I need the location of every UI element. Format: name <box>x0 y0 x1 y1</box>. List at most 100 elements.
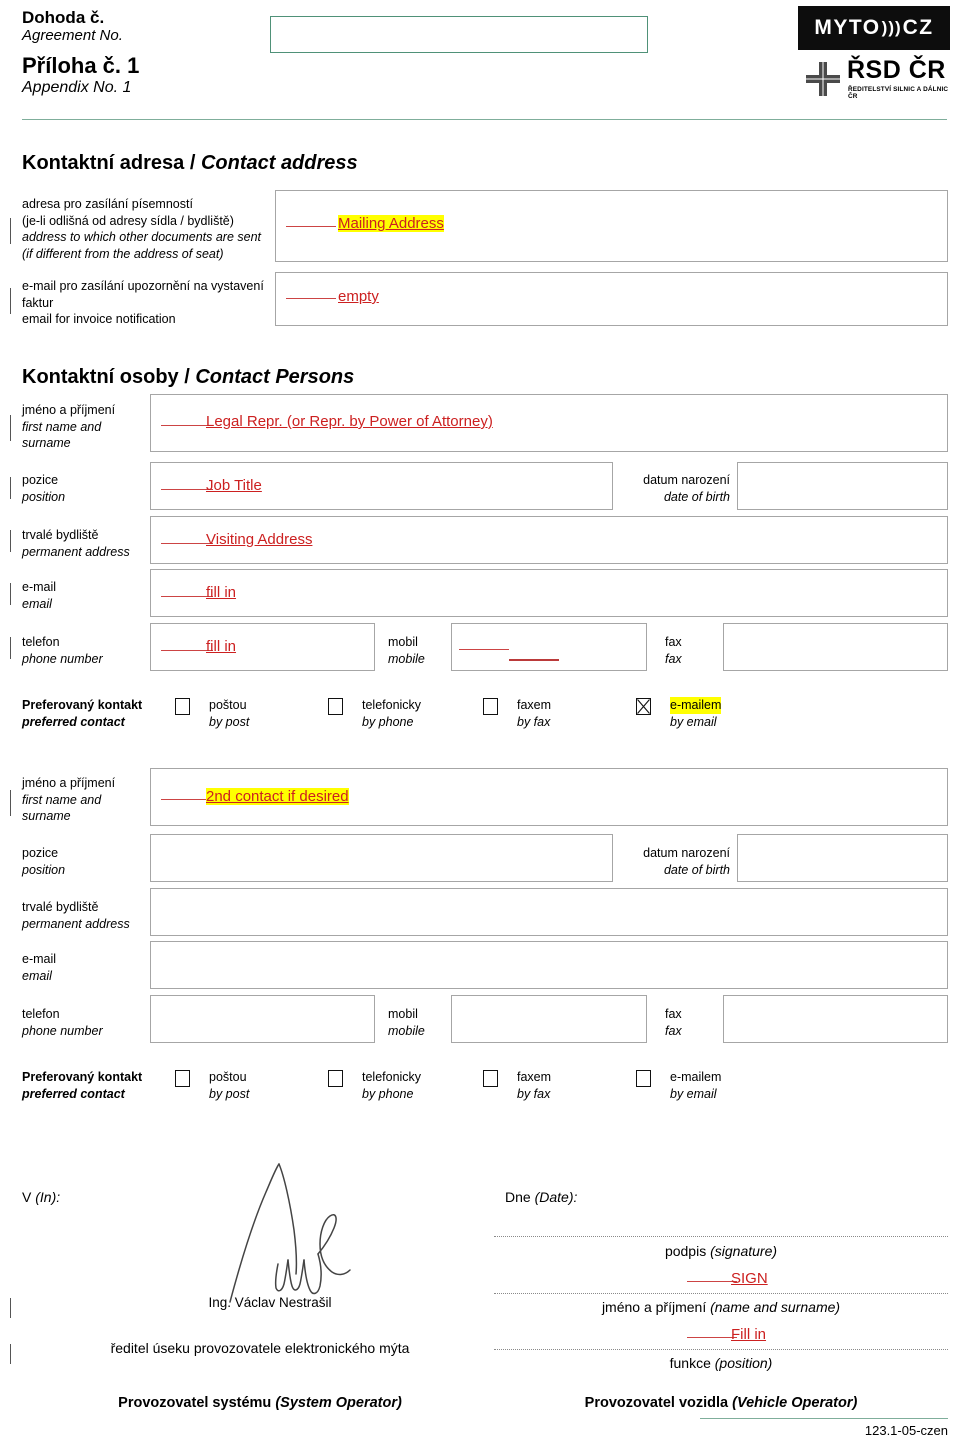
myto-wave-icon: ))) <box>881 18 902 37</box>
person2-mobile-field[interactable] <box>451 995 647 1043</box>
option-label-en: by fax <box>517 714 551 729</box>
rsd-cross-icon <box>806 62 840 96</box>
annotation-leader-line <box>286 226 336 227</box>
person2-fax-field[interactable] <box>723 995 948 1043</box>
annotation-person1-address: Visiting Address <box>206 531 313 548</box>
annotation-mailing-address: Mailing Address <box>338 215 444 232</box>
label-line: adresa pro zasílání písemností <box>22 197 193 211</box>
label-line: jméno a příjmení <box>22 776 116 790</box>
person2-email-field[interactable] <box>150 941 948 989</box>
checkbox-preferred-by-phone-2[interactable] <box>328 1070 343 1087</box>
person2-mobile-label: mobil mobile <box>388 1006 425 1039</box>
person1-fax-field[interactable] <box>723 623 948 671</box>
change-bar <box>10 1344 11 1364</box>
label-line: pozice <box>22 846 59 860</box>
checkbox-preferred-by-email-2[interactable] <box>636 1070 651 1087</box>
invoice-email-label: e-mail pro zasílání upozornění na vystav… <box>22 278 272 328</box>
myto-logo-text: MYTO <box>814 16 881 39</box>
place-label: V (In): <box>22 1188 60 1206</box>
label-line: faktur <box>22 295 54 310</box>
annotation-leader-line <box>687 1337 737 1338</box>
person1-phone-field[interactable] <box>150 623 375 671</box>
change-bar <box>10 790 11 816</box>
option-label-en: by post <box>209 714 250 729</box>
vehicle-role-en: (Vehicle Operator) <box>732 1395 858 1411</box>
annotation-leader-line <box>687 1281 737 1282</box>
document-header: Dohoda č. Agreement No. Příloha č. 1 App… <box>22 8 139 97</box>
rsd-cr-logo: ŘSD ČR ŘEDITELSTVÍ SILNIC A DÁLNIC ČR <box>800 58 952 106</box>
annotation-person1-email: fill in <box>206 584 237 601</box>
checkbox-preferred-by-fax-1[interactable] <box>483 698 498 715</box>
option-label-cs: telefonicky <box>362 1070 422 1084</box>
contact-address-heading-cs: Kontaktní adresa <box>22 152 185 174</box>
caption-position: funkce (position) <box>494 1355 948 1371</box>
label-line-en: date of birth <box>663 489 730 504</box>
footer-divider <box>700 1418 948 1419</box>
agreement-label-cs: Dohoda č. <box>22 8 105 27</box>
person2-address-field[interactable] <box>150 888 948 936</box>
label-line-en: email <box>22 596 52 611</box>
operator-role-cs: Provozovatel systému <box>118 1395 272 1411</box>
person2-dob-field[interactable] <box>737 834 948 882</box>
label-line-en: permanent address <box>22 916 130 931</box>
heading-separator: / <box>178 366 196 388</box>
date-label-en: (Date): <box>534 1189 578 1205</box>
appendix-label-cs: Příloha č. 1 <box>22 53 140 79</box>
person1-mobile-label: mobil mobile <box>388 634 425 667</box>
person1-preferred-contact-label: Preferovaný kontakt preferred contact <box>22 697 142 730</box>
person1-phone-label: telefon phone number <box>22 634 103 667</box>
caption-signature-en: (signature) <box>710 1243 778 1259</box>
label-line: trvalé bydliště <box>22 528 99 542</box>
checkbox-preferred-by-post-2[interactable] <box>175 1070 190 1087</box>
person2-address-label: trvalé bydliště permanent address <box>22 899 130 932</box>
label-line-en: preferred contact <box>22 1086 125 1101</box>
change-bar <box>10 288 11 314</box>
option-label-cs: poštou <box>209 698 247 712</box>
person1-name-label: jméno a příjmení first name and surname <box>22 402 115 452</box>
date-label: Dne (Date): <box>505 1188 577 1206</box>
option-by-post-2: poštou by post <box>209 1069 249 1102</box>
label-line-en: phone number <box>22 1023 103 1038</box>
label-line-en: fax <box>665 1023 682 1038</box>
label-line-en: mobile <box>388 651 425 666</box>
check-x-icon <box>637 699 650 714</box>
rsd-logo-text: ŘSD ČR <box>847 56 946 84</box>
annotation-person1-mobile-underline <box>509 659 559 661</box>
person2-dob-label: datum narození date of birth <box>620 845 730 878</box>
person2-name-label: jméno a příjmení first name and surname <box>22 775 115 825</box>
label-line-en: position <box>22 489 66 504</box>
option-label-en: by email <box>670 714 717 729</box>
person2-position-field[interactable] <box>150 834 613 882</box>
person2-phone-field[interactable] <box>150 995 375 1043</box>
label-line-en: mobile <box>388 1023 425 1038</box>
option-label-en: by phone <box>362 714 414 729</box>
checkbox-preferred-by-fax-2[interactable] <box>483 1070 498 1087</box>
option-by-post-1: poštou by post <box>209 697 249 730</box>
label-line: fax <box>665 1007 682 1021</box>
label-line: datum narození <box>643 473 730 487</box>
checkbox-preferred-by-phone-1[interactable] <box>328 698 343 715</box>
person1-dob-field[interactable] <box>737 462 948 510</box>
label-line-en: surname <box>22 809 71 823</box>
change-bar <box>10 477 11 499</box>
contact-address-heading-en: Contact address <box>200 152 358 174</box>
person1-email-label: e-mail email <box>22 579 56 612</box>
date-label-cs: Dne <box>505 1189 531 1205</box>
rsd-logo-subtitle: ŘEDITELSTVÍ SILNIC A DÁLNIC ČR <box>848 86 949 100</box>
label-line-en: email for invoice notification <box>22 312 176 326</box>
checkbox-preferred-by-email-1[interactable] <box>636 698 651 715</box>
person1-email-field[interactable] <box>150 569 948 617</box>
change-bar <box>10 218 11 244</box>
label-line: telefon <box>22 1007 60 1021</box>
person1-mobile-field[interactable] <box>451 623 647 671</box>
option-label-en: by post <box>209 1086 250 1101</box>
label-line-en: fax <box>665 651 682 666</box>
checkbox-preferred-by-post-1[interactable] <box>175 698 190 715</box>
label-line-en: (if different from the address of seat) <box>22 246 224 261</box>
operator-role: Provozovatel systému (System Operator) <box>40 1395 480 1411</box>
option-by-email-1: e-mailem by email <box>670 697 722 730</box>
annotation-sign: SIGN <box>731 1270 768 1287</box>
agreement-number-field[interactable] <box>270 16 648 53</box>
label-line: e-mail <box>22 952 57 966</box>
signature-dotline-3 <box>494 1349 948 1350</box>
